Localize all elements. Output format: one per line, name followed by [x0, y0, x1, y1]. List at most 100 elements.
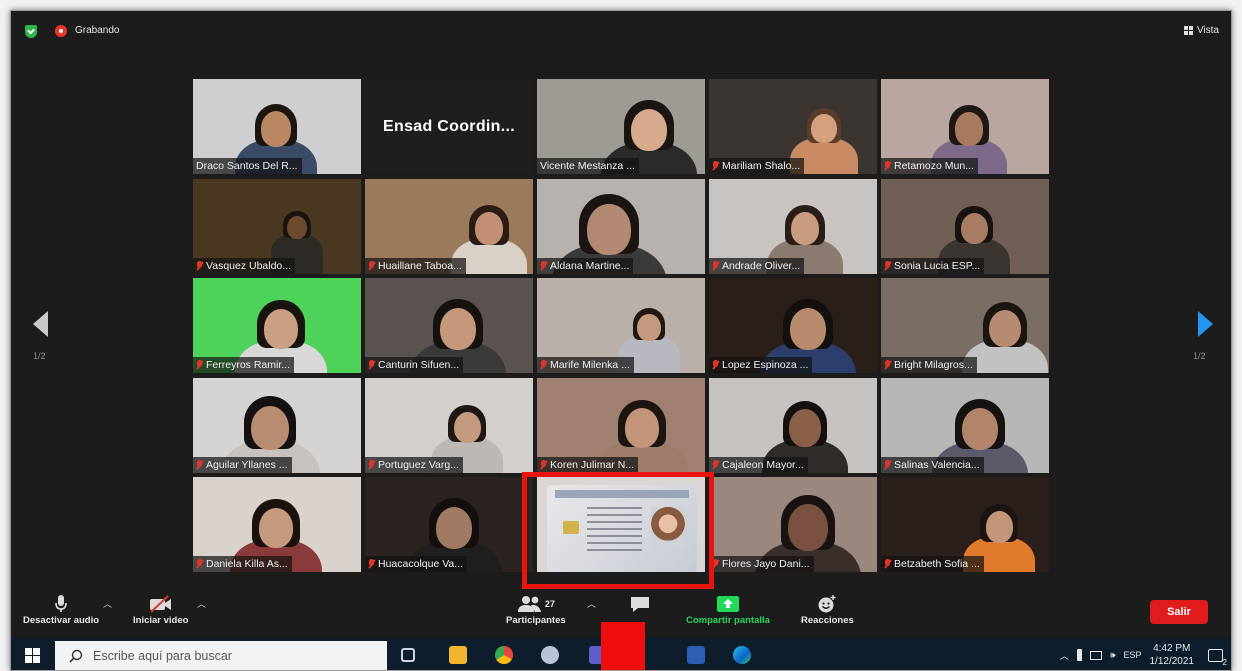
participant-face [962, 407, 998, 450]
chrome-icon[interactable] [495, 646, 513, 664]
participants-button[interactable]: 27 Participantes [506, 593, 566, 626]
muted-microphone-icon [884, 161, 891, 171]
share-screen-button[interactable]: Compartir pantalla [686, 593, 770, 626]
participant-tile[interactable]: Canturin Sifuen... [365, 278, 533, 373]
participant-tile[interactable]: Cajaleon Mayor... [709, 377, 877, 473]
participant-tile[interactable]: Flores Jayo Dani... [709, 477, 877, 572]
participant-name: Huacacolque Va... [378, 558, 464, 570]
view-button[interactable]: Vista [1183, 25, 1219, 36]
participant-tile[interactable]: Sonia Lucia ESP... [881, 178, 1049, 274]
participant-name-bar: Salinas Valencia... [881, 456, 984, 473]
recording-label: Grabando [75, 25, 120, 36]
file-explorer-icon[interactable] [449, 646, 467, 664]
participant-tile[interactable]: Koren Julimar N... [537, 377, 705, 473]
tray-chevron-icon[interactable]: ︿ [1060, 649, 1069, 662]
edge-icon[interactable] [733, 646, 751, 664]
task-view-icon[interactable] [401, 648, 415, 662]
participant-tile[interactable]: Daniela Killa As... [193, 477, 361, 572]
participant-tile[interactable]: Ensad Coordin... [365, 79, 533, 174]
participant-tile[interactable]: Draco Santos Del R... [193, 79, 361, 174]
participant-face [251, 405, 289, 450]
speaker-icon[interactable]: 🕪 [1110, 650, 1116, 661]
previous-page-arrow-icon[interactable] [33, 311, 48, 337]
participant-face [637, 313, 661, 341]
participant-name-bar: Sonia Lucia ESP... [881, 257, 985, 274]
muted-microphone-icon [540, 360, 547, 370]
participant-tile[interactable]: Portuguez Varg... [365, 377, 533, 473]
notifications-icon[interactable]: 2 [1208, 648, 1227, 667]
chat-button[interactable] [629, 593, 651, 615]
participant-name-bar: Betzabeth Sofia ... [881, 556, 984, 572]
clock[interactable]: 4:42 PM 1/12/2021 [1150, 642, 1195, 668]
reactions-button[interactable]: Reacciones [801, 593, 854, 626]
participant-name: Salinas Valencia... [894, 458, 980, 471]
participant-tile[interactable]: Andrade Oliver... [709, 178, 877, 274]
next-page-arrow-icon[interactable] [1198, 311, 1213, 337]
participant-name: Cajaleon Mayor... [722, 458, 804, 471]
participant-name: Canturin Sifuen... [378, 359, 460, 371]
participant-name: Vicente Mestanza ... [540, 160, 635, 172]
participant-face [453, 411, 481, 443]
emoji-icon [816, 593, 838, 615]
participant-tile[interactable]: Lopez Espinoza ... [709, 278, 877, 373]
usb-icon[interactable] [1076, 649, 1082, 661]
participant-face [260, 111, 292, 148]
participant-name: Aguilar Yllanes ... [206, 458, 288, 471]
microphone-icon [54, 593, 68, 615]
participant-tile[interactable]: Bright Milagros... [881, 278, 1049, 373]
participant-tile[interactable]: Aldana Martine... [537, 178, 705, 274]
app-icon[interactable] [541, 646, 559, 664]
word-icon[interactable] [687, 646, 705, 664]
audio-options-chevron-icon[interactable]: ︿ [103, 597, 112, 610]
participant-name: Retamozo Mun... [894, 160, 974, 172]
participants-count: 27 [544, 599, 555, 609]
participant-face [790, 308, 826, 350]
participant-name-bar: Cajaleon Mayor... [709, 456, 808, 473]
participant-face [790, 211, 820, 246]
participant-name: Mariliam Shalo... [722, 160, 801, 172]
participant-tile[interactable]: Aguilar Yllanes ... [193, 377, 361, 473]
participant-tile[interactable]: Mariliam Shalo... [709, 79, 877, 174]
mute-audio-button[interactable]: Desactivar audio [23, 593, 99, 626]
participant-tile[interactable]: Vicente Mestanza ... [537, 79, 705, 174]
participant-name: Daniela Killa As... [206, 558, 288, 570]
participants-options-chevron-icon[interactable]: ︿ [587, 597, 596, 610]
chat-icon [629, 593, 651, 615]
participants-label: Participantes [506, 615, 566, 626]
recording-icon [55, 25, 67, 37]
participant-name: Aldana Martine... [550, 259, 630, 272]
muted-microphone-icon [712, 459, 719, 470]
participant-face [811, 113, 837, 144]
participant-face [440, 308, 476, 350]
input-language[interactable]: ESP [1123, 650, 1141, 660]
participant-face [474, 211, 504, 246]
participant-tile[interactable]: Salinas Valencia... [881, 377, 1049, 473]
participant-name: Lopez Espinoza ... [722, 359, 809, 371]
participant-name-bar: Mariliam Shalo... [709, 158, 805, 174]
participants-icon: 27 [517, 593, 555, 615]
participant-tile[interactable]: Ferreyros Ramir... [193, 278, 361, 373]
participant-tile[interactable]: Marife Milenka ... [537, 278, 705, 373]
participant-tile[interactable]: Retamozo Mun... [881, 79, 1049, 174]
video-options-chevron-icon[interactable]: ︿ [197, 597, 206, 610]
muted-microphone-icon [712, 360, 719, 370]
windows-start-icon[interactable] [25, 648, 40, 663]
taskbar-search-input[interactable]: Escribe aquí para buscar [55, 641, 387, 670]
participant-name: Ferreyros Ramir... [206, 359, 291, 371]
network-icon[interactable] [1089, 650, 1102, 660]
view-label: Vista [1196, 25, 1219, 36]
participant-tile[interactable]: Betzabeth Sofia ... [881, 477, 1049, 572]
participant-tile[interactable]: Vasquez Ubaldo... [193, 178, 361, 274]
participant-name-bar: Portuguez Varg... [365, 456, 463, 473]
participant-tile[interactable]: Huacacolque Va... [365, 477, 533, 572]
encryption-shield-icon[interactable] [25, 25, 37, 38]
page-indicator-right: 1/2 [1193, 351, 1206, 361]
participant-name-bar: Koren Julimar N... [537, 456, 639, 473]
start-video-button[interactable]: Iniciar video [133, 593, 188, 626]
participant-name: Bright Milagros... [894, 359, 973, 371]
participant-tile[interactable]: Huaillane Taboa... [365, 178, 533, 274]
leave-meeting-button[interactable]: Salir [1150, 600, 1208, 624]
participant-name: Andrade Oliver... [722, 259, 801, 272]
participant-face [954, 112, 984, 146]
participant-name-bar: Ferreyros Ramir... [193, 357, 295, 373]
